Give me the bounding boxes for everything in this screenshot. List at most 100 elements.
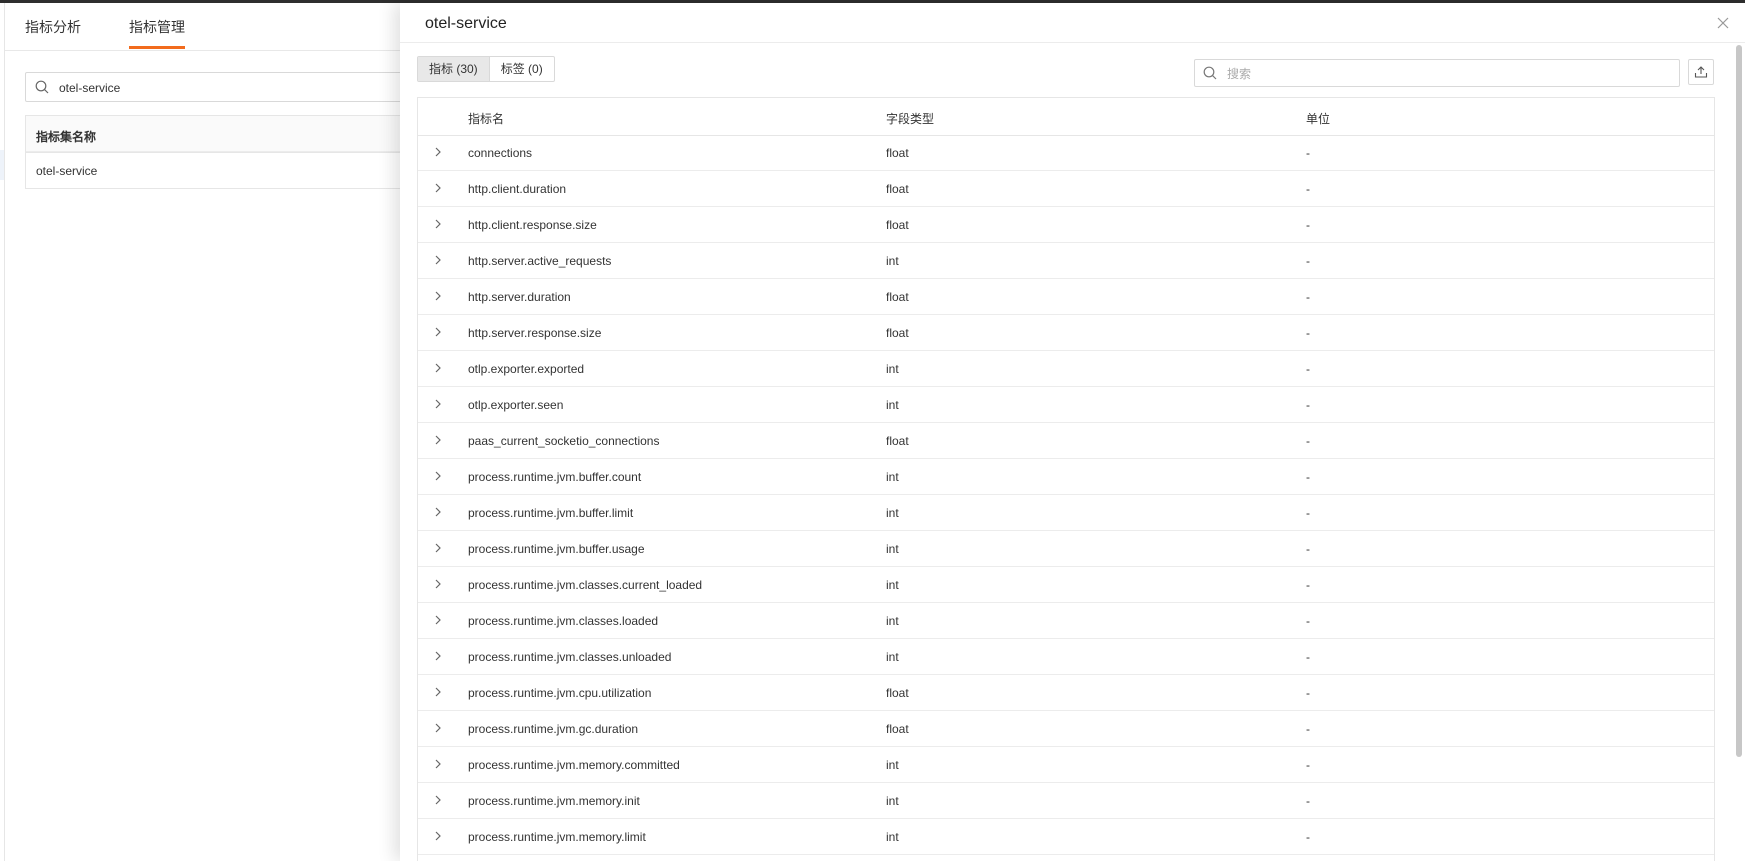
field-type: float [886,182,909,196]
table-row[interactable]: process.runtime.jvm.buffer.count int - [418,459,1714,495]
chevron-right-icon[interactable] [432,433,444,447]
table-row[interactable]: process.runtime.jvm.memory.init int - [418,783,1714,819]
chevron-right-icon[interactable] [432,145,444,159]
metric-name: process.runtime.jvm.buffer.limit [468,506,634,520]
field-type: int [886,398,899,412]
metric-set-table: 指标集名称 otel-service [25,115,405,189]
table-row[interactable]: process.runtime.jvm.memory.limit int - [418,819,1714,855]
field-type: int [886,614,899,628]
segment-tags[interactable]: 标签 (0) [488,57,554,81]
page-left-border [4,3,5,861]
field-type: float [886,686,909,700]
column-unit: 单位 [1306,112,1331,126]
table-row[interactable]: http.server.duration float - [418,279,1714,315]
table-row[interactable]: process.runtime.jvm.buffer.usage int - [418,531,1714,567]
drawer-header-divider [400,42,1745,43]
field-type: int [886,506,899,520]
unit: - [1306,218,1310,232]
chevron-right-icon[interactable] [432,325,444,339]
field-type: int [886,794,899,808]
field-type: int [886,362,899,376]
chevron-right-icon[interactable] [432,829,444,843]
chevron-right-icon[interactable] [432,361,444,375]
unit: - [1306,326,1310,340]
chevron-right-icon[interactable] [432,541,444,555]
search-icon [1203,66,1217,80]
table-row[interactable]: connections float - [418,135,1714,171]
table-row[interactable]: process.runtime.jvm.memory.committed int - [418,747,1714,783]
table-row[interactable]: process.runtime.jvm.classes.current_load… [418,567,1714,603]
unit: - [1306,470,1310,484]
table-row[interactable]: otel-service [26,116,404,178]
export-button[interactable] [1688,59,1714,85]
tab-metric-management[interactable]: 指标管理 [129,17,185,37]
table-header: 指标名 字段类型 单位 [418,98,1714,136]
field-type: int [886,470,899,484]
table-row[interactable]: process.runtime.jvm.gc.duration float - [418,711,1714,747]
table-row[interactable]: process.runtime.jvm.buffer.limit int - [418,495,1714,531]
chevron-right-icon[interactable] [432,181,444,195]
unit: - [1306,290,1310,304]
chevron-right-icon[interactable] [432,217,444,231]
chevron-right-icon[interactable] [432,577,444,591]
segment-metrics[interactable]: 指标 (30) [418,57,489,81]
drawer-search-input[interactable] [1225,64,1669,84]
chevron-right-icon[interactable] [432,721,444,735]
tab-metric-analysis[interactable]: 指标分析 [25,17,81,37]
unit: - [1306,722,1310,736]
unit: - [1306,254,1310,268]
field-type: int [886,650,899,664]
chevron-right-icon[interactable] [432,613,444,627]
table-row[interactable]: paas_current_socketio_connections float - [418,423,1714,459]
chevron-right-icon[interactable] [432,505,444,519]
chevron-right-icon[interactable] [432,289,444,303]
scrollbar[interactable] [1736,45,1742,757]
tabs-divider [5,50,400,51]
table-row[interactable]: http.server.response.size float - [418,315,1714,351]
table-row[interactable]: process.runtime.jvm.cpu.utilization float… [418,675,1714,711]
unit: - [1306,542,1310,556]
unit: - [1306,830,1310,844]
metric-name: process.runtime.jvm.gc.duration [468,722,639,736]
table-row[interactable]: otlp.exporter.seen int - [418,387,1714,423]
metrics-table: 指标名 字段类型 单位 connections float - http.client… [417,97,1715,861]
table-body: connections float - http.client.duration flo… [418,135,1714,855]
unit: - [1306,146,1310,160]
metric-name: http.server.active_requests [468,254,612,268]
metric-name: http.client.response.size [468,218,597,232]
chevron-right-icon[interactable] [432,685,444,699]
chevron-right-icon[interactable] [432,397,444,411]
field-type: int [886,758,899,772]
table-row[interactable]: process.runtime.jvm.classes.loaded int - [418,603,1714,639]
metric-name: http.client.duration [468,182,567,196]
chevron-right-icon[interactable] [432,793,444,807]
metric-name: process.runtime.jvm.classes.unloaded [468,650,672,664]
field-type: float [886,146,909,160]
table-row[interactable]: http.client.duration float - [418,171,1714,207]
unit: - [1306,758,1310,772]
metric-name: http.server.response.size [468,326,602,340]
metric-set-name[interactable]: otel-service [36,164,97,178]
search-icon [35,80,49,94]
unit: - [1306,506,1310,520]
drawer-search-field[interactable] [1194,59,1680,87]
metric-name: otlp.exporter.exported [468,362,585,376]
table-row[interactable]: process.runtime.jvm.classes.unloaded int - [418,639,1714,675]
chevron-right-icon[interactable] [432,649,444,663]
chevron-right-icon[interactable] [432,253,444,267]
metric-name: otlp.exporter.seen [468,398,564,412]
field-type: int [886,542,899,556]
upload-icon [1694,66,1708,78]
chevron-right-icon[interactable] [432,469,444,483]
unit: - [1306,398,1310,412]
close-icon [1717,17,1729,29]
metric-name: http.server.duration [468,290,571,304]
chevron-right-icon[interactable] [432,757,444,771]
metric-set-search-input[interactable]: otel-service [25,72,405,102]
field-type: int [886,578,899,592]
metric-name: process.runtime.jvm.cpu.utilization [468,686,652,700]
table-row[interactable]: otlp.exporter.exported int - [418,351,1714,387]
table-row[interactable]: http.server.active_requests int - [418,243,1714,279]
table-row[interactable]: http.client.response.size float - [418,207,1714,243]
close-button[interactable] [1713,13,1733,33]
